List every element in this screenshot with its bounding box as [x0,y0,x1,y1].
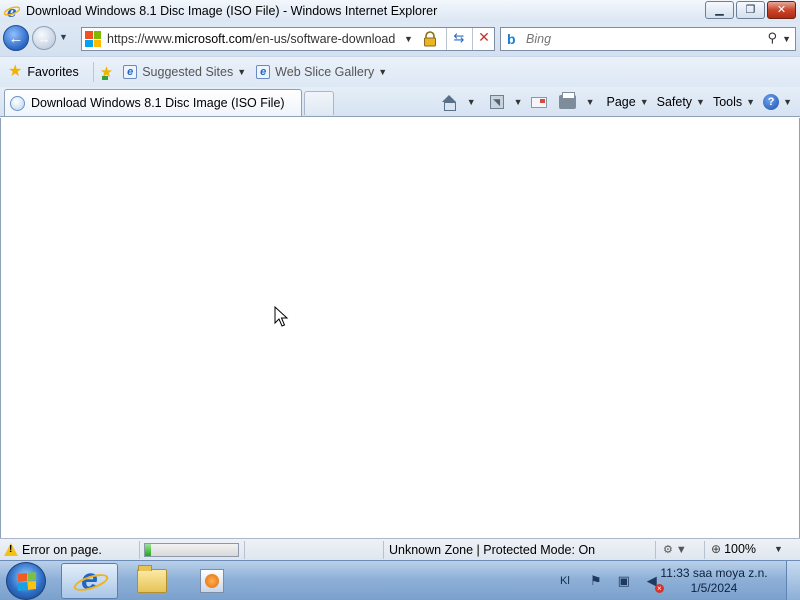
mail-icon [530,96,547,108]
zoom-icon: ⊕ [711,542,722,556]
close-icon: ✕ [776,3,787,16]
chevron-down-icon[interactable]: ▼ [467,97,476,107]
page-loading-icon [10,95,25,111]
system-tray: Kl ⚑ ▣ ◀ [556,561,664,600]
window-title: Download Windows 8.1 Disc Image (ISO Fil… [26,4,438,18]
svg-text:e: e [7,3,17,19]
favorites-button[interactable]: ★ Favorites [8,61,85,83]
back-arrow-icon: ← [8,29,24,47]
minimize-icon: ▁ [715,3,724,16]
command-bar: Download Windows 8.1 Disc Image (ISO Fil… [0,87,800,117]
mouse-cursor-icon [274,305,289,327]
add-to-favorites-bar-icon[interactable]: ★ [100,63,113,81]
tab-active[interactable]: Download Windows 8.1 Disc Image (ISO Fil… [4,89,302,116]
home-button[interactable]: ▼ [441,95,476,111]
taskbar: e Kl ⚑ ▣ ◀ 11:33 saa moya z.n. 1/5/2024 [0,560,800,600]
feeds-button[interactable]: ◥ ▼ [489,95,523,109]
status-message[interactable]: Error on page. [22,543,102,557]
favorites-bar: ★ Favorites ★ e Suggested Sites ▼ e Web … [0,56,800,87]
home-icon [441,95,457,111]
lock-icon[interactable] [422,31,438,47]
warning-icon[interactable] [4,543,18,556]
folder-icon [137,565,167,593]
chevron-down-icon: ▼ [237,67,247,77]
security-zone[interactable]: Unknown Zone | Protected Mode: On [389,543,595,557]
page-menu[interactable]: Page ▼ [606,95,648,109]
help-menu[interactable]: ? ▼ [763,94,792,110]
internet-explorer-icon: e [4,3,20,19]
printer-icon [558,92,576,109]
search-input[interactable] [526,32,746,46]
safety-menu[interactable]: Safety ▼ [657,95,705,109]
clock-time: 11:33 saa moya z.n. [660,566,768,580]
chevron-down-icon[interactable]: ▼ [774,544,783,554]
chevron-down-icon: ▼ [783,97,792,107]
microsoft-logo-icon [85,31,101,47]
address-url[interactable]: https://www.microsoft.com/en-us/software… [107,32,395,46]
help-icon: ? [763,94,780,110]
status-bar: Error on page. Unknown Zone | Protected … [0,538,800,560]
back-button[interactable]: ← [3,25,29,51]
address-dropdown[interactable]: ▼ [404,34,413,44]
chevron-down-icon: ▼ [639,97,649,107]
chevron-down-icon: ▼ [378,67,388,77]
clock-date: 1/5/2024 [690,581,738,595]
taskbar-windows-explorer[interactable] [124,563,180,599]
stop-button[interactable]: ✕ [475,29,493,49]
action-center-flag-icon[interactable]: ⚑ [588,573,604,589]
internet-explorer-icon: e [76,565,104,595]
start-button[interactable] [6,562,46,600]
restore-button[interactable]: ❐ [736,1,765,19]
read-mail-button[interactable] [530,96,547,108]
page-load-progress [144,543,239,557]
new-tab-button[interactable] [304,91,334,115]
chevron-down-icon: ▼ [746,97,756,107]
taskbar-internet-explorer[interactable]: e [61,563,118,599]
forward-arrow-icon: → [37,30,51,46]
search-box[interactable]: b ⚲ ▼ [500,27,796,51]
print-button[interactable]: ▼ [558,92,595,109]
forward-button[interactable]: → [32,26,56,50]
chevron-down-icon[interactable]: ▼ [586,97,595,107]
search-options-dropdown[interactable]: ▼ [782,34,791,44]
window-title-bar[interactable]: e Download Windows 8.1 Disc Image (ISO F… [0,0,800,22]
chevron-down-icon: ▼ [696,97,705,107]
language-indicator[interactable]: Kl [560,575,570,587]
clock[interactable]: 11:33 saa moya z.n. 1/5/2024 [654,566,774,596]
ie-page-icon: e [256,65,271,79]
media-player-icon [200,569,224,593]
tools-menu[interactable]: Tools ▼ [713,95,755,109]
web-slice-gallery-link[interactable]: e Web Slice Gallery ▼ [256,65,387,79]
windows-logo-icon [18,572,36,591]
protected-mode-settings-icon[interactable]: ⚙ ▼ [663,543,687,556]
search-icon[interactable]: ⚲ [767,30,777,46]
show-desktop-button[interactable] [786,561,800,600]
zoom-control[interactable]: ⊕ 100% ▼ [711,542,783,556]
chevron-down-icon[interactable]: ▼ [514,97,523,107]
rss-feed-icon: ◥ [489,95,504,109]
taskbar-media-player[interactable] [184,563,240,599]
close-button[interactable]: ✕ [767,1,796,19]
suggested-sites-link[interactable]: e Suggested Sites ▼ [123,65,246,79]
favorites-star-icon: ★ [8,63,23,80]
minimize-button[interactable]: ▁ [705,1,734,19]
bing-icon: b [507,31,516,47]
network-icon[interactable]: ▣ [616,573,632,589]
recent-pages-dropdown[interactable]: ▼ [59,32,68,42]
navigation-bar: ← → ▼ https://www.microsoft.com/en-us/so… [0,22,800,56]
ie-page-icon: e [123,65,138,79]
address-bar[interactable]: https://www.microsoft.com/en-us/software… [81,27,495,51]
restore-icon: ❐ [745,3,756,16]
page-content[interactable] [0,118,800,538]
compatibility-refresh-button[interactable]: ⇆ [449,30,469,48]
